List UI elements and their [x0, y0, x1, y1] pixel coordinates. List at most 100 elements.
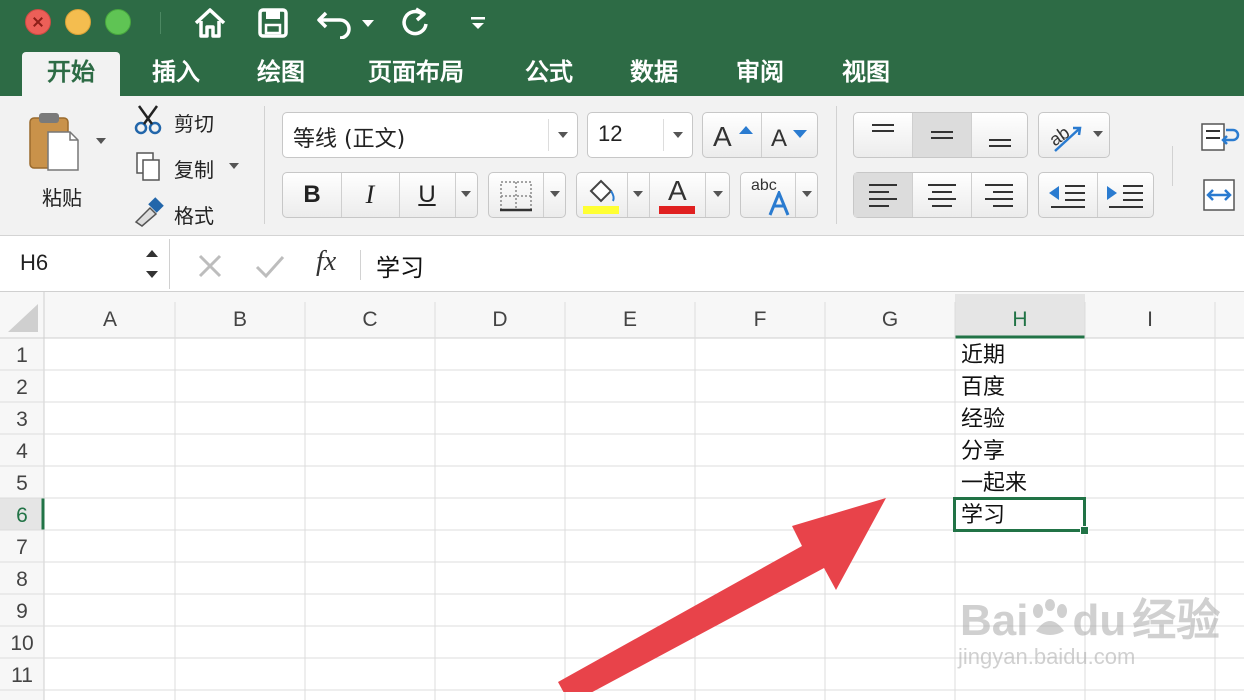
format-painter-button[interactable]: 格式 [174, 200, 214, 229]
row-header-7[interactable]: 7 [0, 532, 44, 564]
home-icon[interactable] [190, 6, 230, 40]
align-right-icon[interactable] [972, 173, 1028, 217]
orientation-dropdown-icon[interactable] [1093, 131, 1103, 137]
vertical-align-group [853, 112, 1028, 158]
name-box[interactable]: H6 [0, 239, 170, 289]
row-header-8[interactable]: 8 [0, 564, 44, 596]
underline-dropdown-icon[interactable] [461, 191, 471, 197]
title-bar [0, 0, 1244, 52]
row-header-9[interactable]: 9 [0, 596, 44, 628]
align-bottom-icon[interactable] [972, 113, 1028, 157]
window-minimize-button[interactable] [65, 9, 91, 35]
align-center-icon[interactable] [913, 173, 971, 217]
scissors-icon[interactable] [133, 104, 163, 136]
tab-page-layout[interactable]: 页面布局 [352, 52, 480, 96]
cell-h4[interactable]: 分享 [961, 436, 1005, 468]
tab-insert[interactable]: 插入 [133, 52, 219, 96]
decrease-indent-icon[interactable] [1039, 173, 1097, 217]
column-header-a[interactable]: A [45, 302, 175, 338]
text-orientation-icon[interactable]: ab [1045, 117, 1087, 155]
row-header-11[interactable]: 11 [0, 660, 44, 692]
increase-font-size-icon[interactable]: A [709, 118, 757, 152]
row-header-1[interactable]: 1 [0, 340, 44, 372]
fill-handle[interactable] [1080, 526, 1089, 535]
phonetic-dropdown-icon[interactable] [802, 191, 812, 197]
ribbon: 粘贴 剪切 复制 格式 等线 (正文) 12 A A B I U A abc a… [0, 96, 1244, 236]
font-size-select[interactable]: 12 [587, 112, 693, 158]
column-header-c[interactable]: C [305, 302, 435, 338]
tab-formulas[interactable]: 公式 [506, 52, 592, 96]
paste-icon[interactable] [24, 110, 86, 174]
phonetic-guide-icon[interactable]: abc [747, 175, 793, 217]
cell-h2[interactable]: 百度 [961, 372, 1005, 404]
column-header-b[interactable]: B [175, 302, 305, 338]
undo-icon[interactable] [315, 6, 355, 40]
tab-home[interactable]: 开始 [22, 52, 120, 96]
font-name-select[interactable]: 等线 (正文) [282, 112, 578, 158]
cell-h3[interactable]: 经验 [961, 404, 1005, 436]
row-header-2[interactable]: 2 [0, 372, 44, 404]
row-header-4[interactable]: 4 [0, 436, 44, 468]
column-header-g[interactable]: G [825, 302, 955, 338]
column-header-e[interactable]: E [565, 302, 695, 338]
font-color-icon[interactable]: A [655, 175, 701, 215]
save-icon[interactable] [255, 6, 291, 40]
cell-h1[interactable]: 近期 [961, 340, 1005, 372]
font-name-dropdown-icon[interactable] [558, 132, 568, 138]
copy-icon[interactable] [134, 151, 162, 183]
underline-button[interactable]: U [399, 173, 455, 217]
font-style-group: B I U [282, 172, 478, 218]
increase-indent-icon[interactable] [1097, 173, 1155, 217]
wrap-text-icon[interactable] [1200, 120, 1240, 154]
borders-dropdown-icon[interactable] [550, 191, 560, 197]
bold-button[interactable]: B [283, 173, 341, 217]
align-top-icon[interactable] [854, 113, 912, 157]
paste-dropdown-icon[interactable] [96, 138, 106, 144]
align-middle-icon[interactable] [913, 113, 971, 157]
window-close-button[interactable] [25, 9, 51, 35]
annotation-arrow [558, 498, 886, 692]
tab-data[interactable]: 数据 [611, 52, 697, 96]
row-header-5[interactable]: 5 [0, 468, 44, 500]
confirm-edit-icon[interactable] [254, 252, 286, 280]
phonetic-group: abc [740, 172, 818, 218]
copy-dropdown-icon[interactable] [229, 163, 239, 169]
window-maximize-button[interactable] [105, 9, 131, 35]
undo-dropdown-icon[interactable] [358, 6, 378, 40]
redo-icon[interactable] [395, 6, 435, 40]
italic-button[interactable]: I [341, 173, 399, 217]
cell-h5[interactable]: 一起来 [961, 468, 1027, 500]
customize-toolbar-icon[interactable] [466, 6, 490, 40]
column-header-f[interactable]: F [695, 302, 825, 338]
decrease-font-size-icon[interactable]: A [767, 118, 815, 152]
tab-view[interactable]: 视图 [823, 52, 909, 96]
copy-button[interactable]: 复制 [174, 154, 214, 183]
fill-color-icon[interactable] [581, 177, 621, 215]
formula-input[interactable]: 学习 [376, 248, 424, 283]
font-color-dropdown-icon[interactable] [713, 191, 723, 197]
cut-button[interactable]: 剪切 [174, 108, 214, 137]
ribbon-tabs: 开始 插入 绘图 页面布局 公式 数据 审阅 视图 [0, 52, 1244, 96]
titlebar-separator [160, 12, 161, 34]
spreadsheet-grid: A B C D E F G H I 1 2 3 4 5 6 7 8 9 10 1… [0, 292, 1244, 700]
row-header-6[interactable]: 6 [0, 500, 44, 532]
color-group: A [576, 172, 730, 218]
font-size-dropdown-icon[interactable] [673, 132, 683, 138]
cancel-edit-icon[interactable] [196, 252, 224, 280]
borders-icon[interactable] [497, 179, 537, 213]
format-painter-icon[interactable] [132, 196, 166, 228]
column-header-d[interactable]: D [435, 302, 565, 338]
merge-center-icon[interactable] [1200, 178, 1240, 212]
name-box-stepper-icon[interactable] [144, 247, 160, 281]
column-header-i[interactable]: I [1085, 302, 1215, 338]
row-header-3[interactable]: 3 [0, 404, 44, 436]
insert-function-button[interactable]: fx [316, 246, 350, 282]
indent-group [1038, 172, 1154, 218]
column-header-h[interactable]: H [955, 302, 1085, 338]
fill-color-dropdown-icon[interactable] [633, 191, 643, 197]
align-left-icon[interactable] [854, 173, 912, 217]
paste-button[interactable]: 粘贴 [42, 182, 82, 211]
tab-draw[interactable]: 绘图 [238, 52, 324, 96]
tab-review[interactable]: 审阅 [717, 52, 803, 96]
row-header-10[interactable]: 10 [0, 628, 44, 660]
